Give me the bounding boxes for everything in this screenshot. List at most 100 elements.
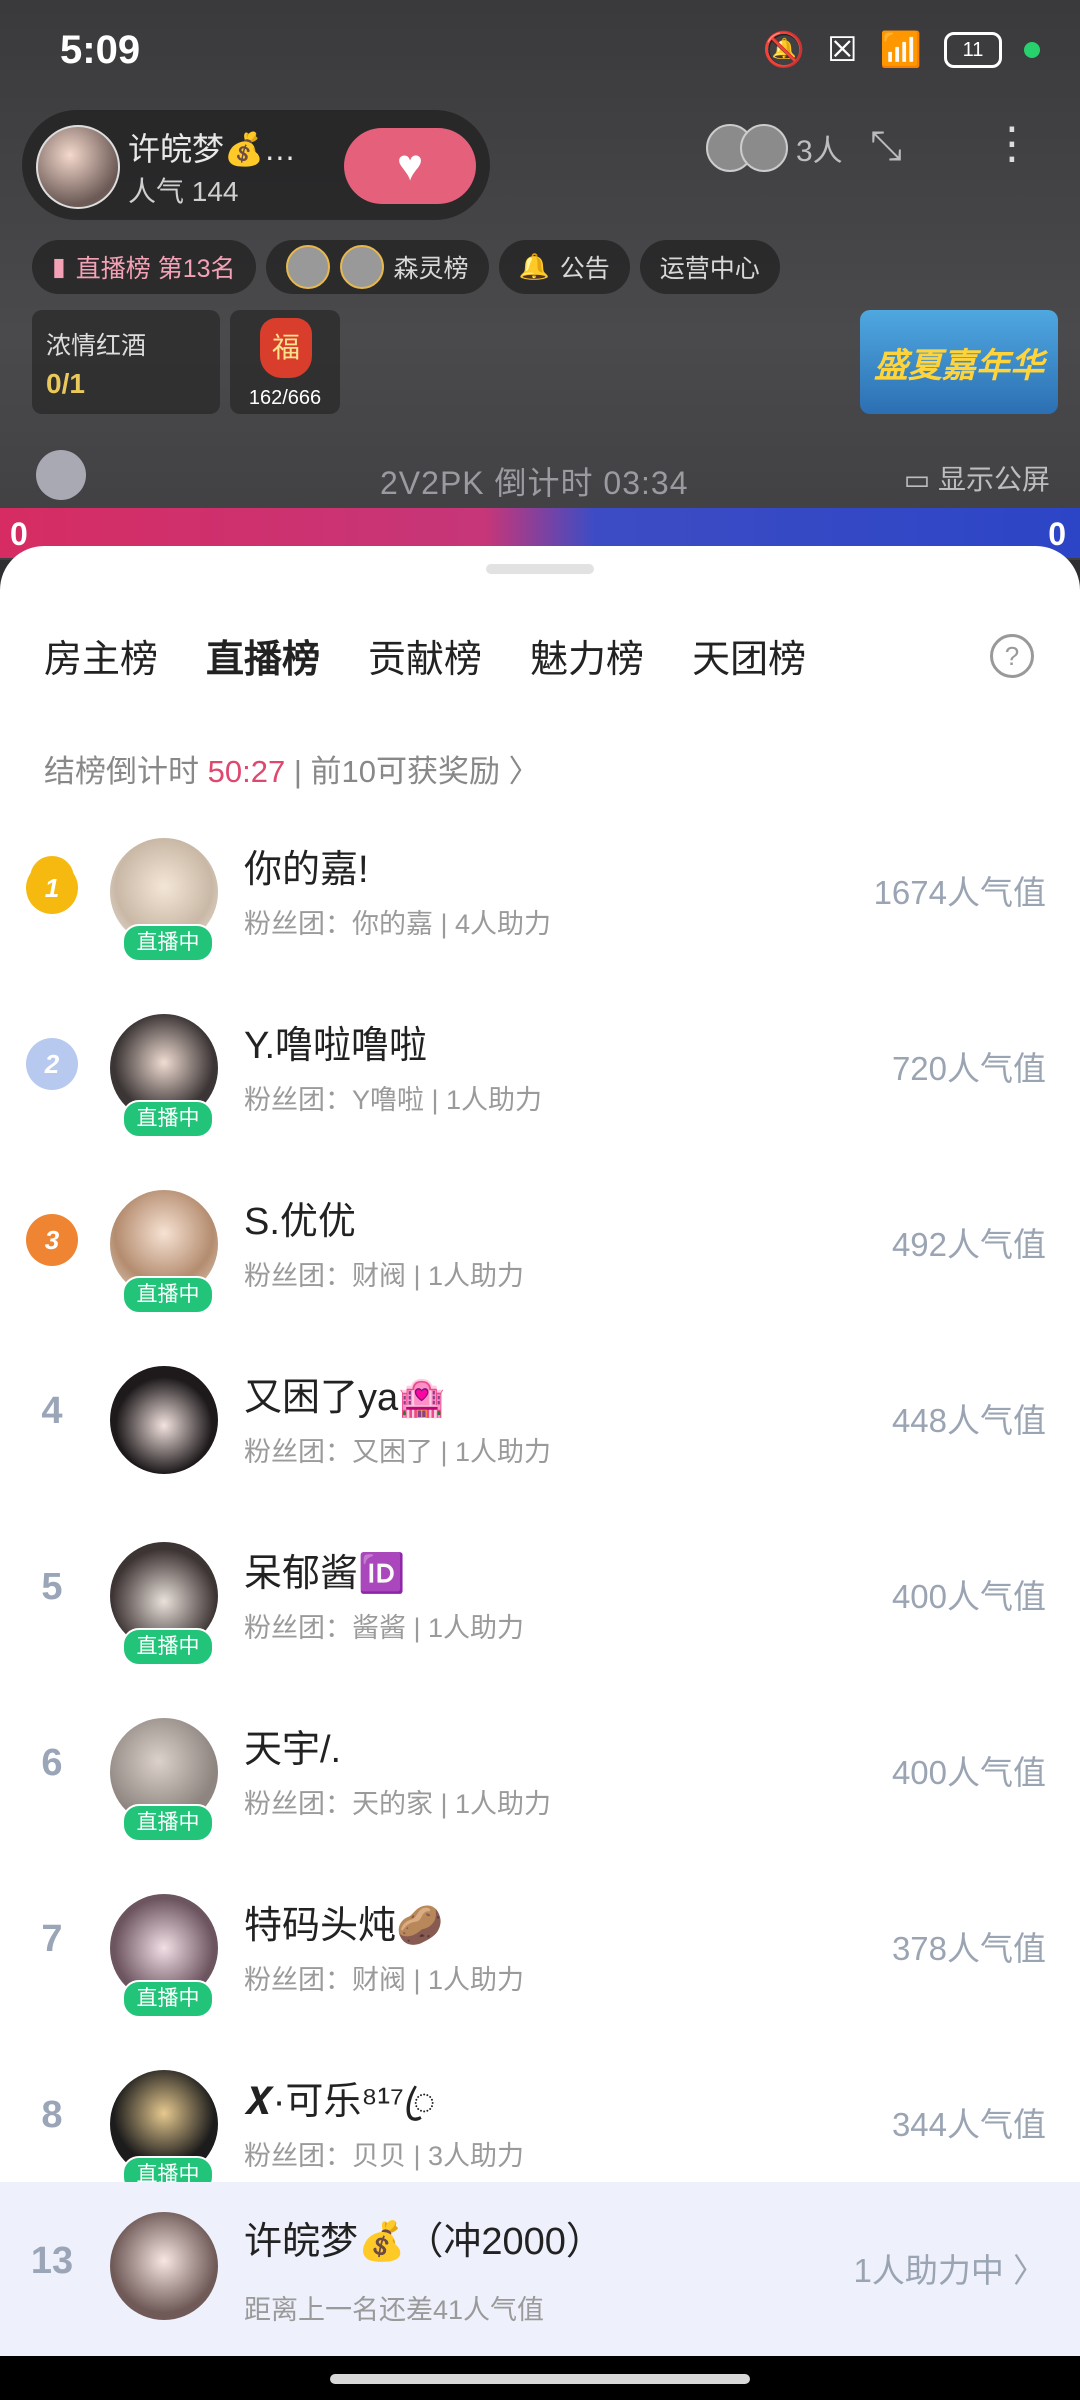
fortune-count: 162/666 (248, 387, 322, 409)
viewer-count[interactable]: 3人 (706, 124, 843, 172)
live-badge: 直播中 (122, 1628, 214, 1666)
room-chips: ▮ 直播榜 第13名 森灵榜 🔔 公告 运营中心 (32, 240, 780, 294)
fan-club-info: 粉丝团：财阀 | 1人助力 (244, 1261, 525, 1291)
ranking-sheet: 房主榜 直播榜 贡献榜 魅力榜 天团榜 ? 结榜倒计时 50:27 | 前10可… (0, 546, 1080, 2356)
list-item[interactable]: 1 直播中 你的嘉! 粉丝团：你的嘉 | 4人助力 1674人气值 (0, 816, 1080, 992)
host-avatar[interactable] (36, 125, 120, 209)
operations-chip[interactable]: 运营中心 (639, 240, 780, 294)
show-screen-label: 显示公屏 (937, 464, 1050, 495)
popularity-value: 448人气值 (891, 1402, 1046, 1439)
tab-team-rank[interactable]: 天团榜 (692, 628, 806, 689)
wine-gift-tile[interactable]: 浓情红酒 0/1 (32, 310, 220, 414)
tab-contribution-rank[interactable]: 贡献榜 (368, 628, 482, 689)
list-item[interactable]: 3 直播中 S.优优 粉丝团：财阀 | 1人助力 492人气值 (0, 1168, 1080, 1344)
host-popularity: 人气 144 (128, 176, 239, 207)
status-bar: 5:09 🔕 ☒ 📶 11 (0, 0, 1080, 105)
live-badge: 直播中 (122, 1804, 214, 1842)
anchor-name: 你的嘉! (244, 849, 369, 891)
wifi-icon: 📶 (879, 31, 922, 69)
privacy-dot-icon (1024, 42, 1040, 58)
status-time: 5:09 (60, 28, 141, 72)
forest-rank-chip[interactable]: 森灵榜 (265, 240, 489, 294)
fan-club-info: 粉丝团：贝贝 | 3人助力 (244, 2141, 525, 2171)
live-badge: 直播中 (122, 1100, 214, 1138)
viewer-avatar (740, 124, 788, 172)
popularity-value: 378人气值 (891, 1930, 1046, 1967)
rank-number: 6 (41, 1742, 63, 1784)
tab-host-rank[interactable]: 房主榜 (44, 628, 158, 689)
home-indicator[interactable] (330, 2374, 750, 2384)
forest-rank-label: 森灵榜 (393, 255, 469, 283)
help-icon[interactable]: ? (990, 634, 1034, 678)
screen-icon: ▭ (903, 464, 938, 495)
popularity-value: 720人气值 (891, 1050, 1046, 1087)
host-name: 许皖梦💰… (128, 131, 296, 167)
my-name: 许皖梦💰（冲2000） (244, 2221, 604, 2263)
fortune-bag-tile[interactable]: 福 162/666 (230, 310, 340, 414)
viewer-count-label: 3人 (796, 135, 843, 168)
my-support-link[interactable]: 1人助力中 〉 (853, 2244, 1046, 2292)
countdown-label: 结榜倒计时 (44, 754, 199, 789)
sheet-drag-handle[interactable] (486, 564, 594, 574)
more-menu-icon[interactable]: ⋮ (990, 118, 1034, 169)
anchor-name: Y.噜啦噜啦 (244, 1025, 428, 1067)
list-item[interactable]: 6 直播中 天宇/. 粉丝团：天的家 | 1人助力 400人气值 (0, 1696, 1080, 1872)
my-rank-row[interactable]: 13 许皖梦💰（冲2000） 距离上一名还差41人气值 1人助力中 〉 (0, 2182, 1080, 2356)
battery-icon: 11 (944, 32, 1002, 68)
list-item[interactable]: 7 直播中 特码头炖🥔 粉丝团：财阀 | 1人助力 378人气值 (0, 1872, 1080, 2048)
silver-medal-icon: 2 (26, 1038, 78, 1090)
my-gap-info: 距离上一名还差41人气值 (244, 2295, 545, 2325)
gold-medal-icon: 1 (26, 862, 78, 914)
announcement-chip[interactable]: 🔔 公告 (498, 240, 630, 294)
wine-title: 浓情红酒 (46, 332, 147, 360)
live-badge: 直播中 (122, 924, 214, 962)
fan-club-info: 粉丝团：你的嘉 | 4人助力 (244, 909, 552, 939)
list-item[interactable]: 2 直播中 Y.噜啦噜啦 粉丝团：Y噜啦 | 1人助力 720人气值 (0, 992, 1080, 1168)
live-badge: 直播中 (122, 1980, 214, 2018)
avatar[interactable] (110, 1366, 218, 1474)
rank-countdown[interactable]: 结榜倒计时 50:27 | 前10可获奖励 〉 (44, 746, 540, 791)
live-rank-label: 直播榜 第13名 (75, 255, 236, 283)
tab-live-rank[interactable]: 直播榜 (206, 628, 321, 689)
pk-countdown: 2V2PK 倒计时 03:34 (380, 465, 689, 501)
fortune-bag-icon: 福 (260, 318, 312, 378)
rank-number: 5 (41, 1566, 63, 1608)
status-icons: 🔕 ☒ 📶 11 (763, 30, 1040, 70)
countdown-time: 50:27 (207, 754, 286, 789)
fan-club-info: 粉丝团：财阀 | 1人助力 (244, 1965, 525, 1995)
pk-right-score: 0 (1048, 516, 1066, 552)
anchor-name: 天宇/. (244, 1729, 342, 1771)
bronze-medal-icon: 3 (26, 1214, 78, 1266)
tab-charm-rank[interactable]: 魅力榜 (530, 628, 644, 689)
mute-icon: 🔕 (762, 31, 806, 69)
popularity-value: 492人气值 (891, 1226, 1046, 1263)
live-badge: 直播中 (122, 1276, 214, 1314)
no-sim-icon: ☒ (827, 31, 858, 69)
pk-avatar[interactable] (36, 450, 86, 500)
my-rank-number: 13 (30, 2240, 74, 2282)
pk-row: 2V2PK 倒计时 03:34 ▭ 显示公屏 (0, 450, 1080, 501)
fan-club-info: 粉丝团：天的家 | 1人助力 (244, 1789, 552, 1819)
fan-club-info: 粉丝团：酱酱 | 1人助力 (244, 1613, 525, 1643)
announcement-label: 公告 (559, 255, 610, 283)
ranking-tabs: 房主榜 直播榜 贡献榜 魅力榜 天团榜 (44, 628, 806, 689)
host-info-pill[interactable]: 许皖梦💰… 人气 144 ♥ (22, 110, 490, 220)
show-screen-toggle[interactable]: ▭ 显示公屏 (904, 458, 1050, 498)
follow-heart-button[interactable]: ♥ (344, 128, 476, 204)
anchor-name: 又困了ya🏩 (244, 1377, 446, 1419)
my-avatar[interactable] (110, 2212, 218, 2320)
popularity-value: 400人气值 (891, 1754, 1046, 1791)
reward-link[interactable]: | 前10可获奖励 〉 (294, 754, 540, 789)
carnival-banner[interactable]: 盛夏嘉年华 (860, 310, 1058, 414)
minimize-icon[interactable]: ⤡ (870, 124, 902, 169)
operations-label: 运营中心 (659, 255, 760, 283)
wine-count: 0/1 (46, 368, 85, 399)
rank-number: 8 (41, 2094, 63, 2136)
crown-avatar (285, 245, 330, 289)
list-item[interactable]: 5 直播中 呆郁酱🆔 粉丝团：酱酱 | 1人助力 400人气值 (0, 1520, 1080, 1696)
bell-icon: 🔔 (518, 252, 550, 281)
live-rank-chip[interactable]: ▮ 直播榜 第13名 (32, 240, 256, 294)
list-item[interactable]: 4 又困了ya🏩 粉丝团：又困了 | 1人助力 448人气值 (0, 1344, 1080, 1520)
rank-number: 4 (41, 1390, 63, 1432)
anchor-name: 特码头炖🥔 (244, 1905, 444, 1947)
